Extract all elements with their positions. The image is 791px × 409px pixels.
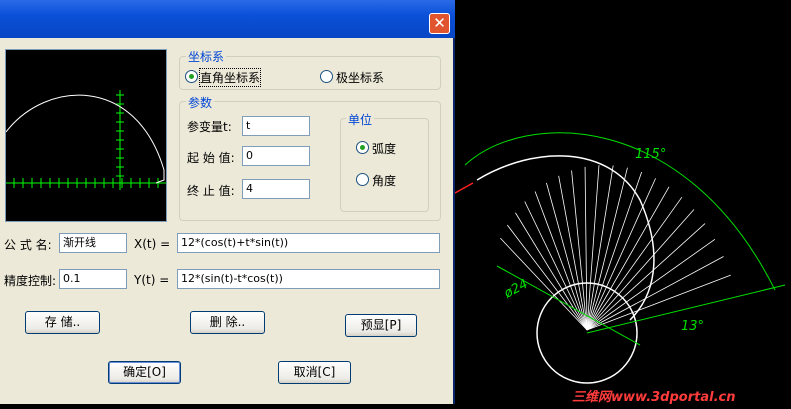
dialog-titlebar[interactable] <box>0 0 455 38</box>
yt-input[interactable]: 12*(sin(t)-t*cos(t)) <box>177 269 440 289</box>
cancel-button[interactable]: 取消[C] <box>278 361 351 384</box>
angle-13-label: 13° <box>681 319 704 334</box>
radio-radian-label[interactable]: 弧度 <box>372 140 396 157</box>
involute-ray <box>586 178 656 331</box>
radio-radian[interactable] <box>356 141 369 154</box>
end-value-input[interactable]: 4 <box>242 179 310 199</box>
radio-polar[interactable] <box>320 70 333 83</box>
radio-cartesian[interactable] <box>185 70 198 83</box>
involute-ray <box>586 171 643 331</box>
preview-button[interactable]: 预显[P] <box>345 314 417 337</box>
save-button[interactable]: 存 储.. <box>25 311 100 334</box>
curve-preview-plot <box>5 90 166 190</box>
formula-name-input[interactable]: 渐开线 <box>59 233 127 253</box>
params-title: 参数 <box>186 94 215 111</box>
involute-ray <box>506 224 588 331</box>
involute-rays <box>500 165 731 331</box>
radio-degree-label[interactable]: 角度 <box>372 172 396 189</box>
involute-ray <box>586 186 670 331</box>
xt-label: X(t) = <box>134 237 171 251</box>
cad-drawing-canvas[interactable]: 115° 13° ø24 <box>455 0 791 409</box>
function-curve-dialog: ✕ 坐标系 直角坐标系 极坐标系 参数 参变量t: t 起 始 值: 0 终 止… <box>0 0 455 404</box>
watermark: 三维网www.3dportal.cn <box>572 390 736 405</box>
precision-label: 精度控制: <box>4 274 57 288</box>
unit-title: 单位 <box>346 111 375 128</box>
ok-button[interactable]: 确定[O] <box>108 361 181 384</box>
radio-cartesian-label[interactable]: 直角坐标系 <box>198 68 262 87</box>
involute-ray <box>584 166 588 331</box>
radio-polar-label[interactable]: 极坐标系 <box>336 69 384 86</box>
end-value-label: 终 止 值: <box>187 184 235 198</box>
dim-marker-red <box>455 182 474 194</box>
xt-input[interactable]: 12*(cos(t)+t*sin(t)) <box>177 233 440 253</box>
coord-system-title: 坐标系 <box>186 48 227 65</box>
precision-input[interactable]: 0.1 <box>59 269 127 289</box>
curve-preview-panel <box>5 49 167 222</box>
preview-curve <box>5 94 165 184</box>
yt-label: Y(t) = <box>134 273 170 287</box>
involute-ray <box>586 196 683 331</box>
close-button[interactable]: ✕ <box>429 13 450 34</box>
involute-ray <box>571 170 588 331</box>
param-var-label: 参变量t: <box>187 120 232 134</box>
close-icon: ✕ <box>433 14 446 32</box>
angle-115-label: 115° <box>635 147 666 162</box>
formula-name-label: 公 式 名: <box>4 238 52 252</box>
param-var-input[interactable]: t <box>242 116 310 136</box>
start-value-input[interactable]: 0 <box>242 146 310 166</box>
radio-degree[interactable] <box>356 173 369 186</box>
diameter-dim-line <box>496 265 641 346</box>
delete-button[interactable]: 删 除.. <box>190 311 265 334</box>
involute-ray <box>586 223 706 331</box>
involute-ray <box>586 274 731 331</box>
unit-group <box>340 118 429 212</box>
start-value-label: 起 始 值: <box>187 151 235 165</box>
angle-115-arc <box>464 132 776 291</box>
diameter-label: ø24 <box>501 277 531 302</box>
